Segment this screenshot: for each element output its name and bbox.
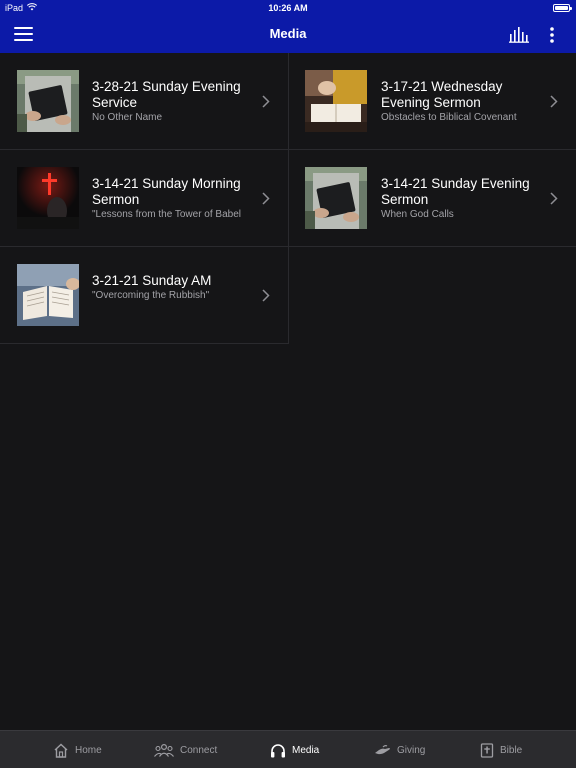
- bible-icon: [480, 742, 494, 758]
- tab-bible[interactable]: Bible: [480, 731, 522, 768]
- media-title: 3-21-21 Sunday AM: [92, 273, 212, 288]
- media-subtitle: No Other Name: [92, 112, 163, 123]
- nav-bar: Media: [0, 17, 576, 53]
- status-bar: iPad 10:26 AM: [0, 0, 576, 17]
- chevron-right-icon: [550, 192, 558, 205]
- media-item[interactable]: 3-21-21 Sunday AM "Overcoming the Rubbis…: [0, 247, 289, 344]
- chevron-right-icon: [262, 95, 270, 108]
- media-thumbnail-open-bible: [17, 264, 79, 326]
- media-item[interactable]: 3-14-21 Sunday Evening Sermon When God C…: [289, 150, 576, 247]
- tab-media[interactable]: Media: [270, 731, 319, 768]
- headphones-icon: [271, 743, 285, 757]
- tab-label: Bible: [500, 744, 523, 756]
- media-subtitle: Obstacles to Biblical Covenant: [381, 112, 517, 123]
- media-thumbnail-person-reading-bible: [305, 70, 367, 132]
- media-item[interactable]: 3-14-21 Sunday Morning Sermon "Lessons f…: [0, 150, 289, 247]
- chevron-right-icon: [262, 192, 270, 205]
- tab-label: Connect: [180, 744, 218, 756]
- chevron-right-icon: [550, 95, 558, 108]
- media-title: 3-28-21 Sunday Evening Service: [92, 79, 241, 110]
- clock: 10:26 AM: [268, 3, 308, 13]
- tab-home[interactable]: Home: [53, 731, 102, 768]
- tab-bar: Home Connect Media Giving Bible: [0, 730, 576, 768]
- media-title: 3-17-21 Wednesday Evening Sermon: [381, 79, 503, 110]
- equalizer-icon[interactable]: [509, 27, 529, 43]
- home-icon: [54, 743, 68, 758]
- media-thumbnail-man-with-bible: [305, 167, 367, 229]
- media-thumbnail-red-cross: [17, 167, 79, 229]
- media-subtitle: When God Calls: [381, 209, 454, 220]
- media-subtitle: "Lessons from the Tower of Babel: [92, 209, 241, 220]
- media-thumbnail-man-with-bible: [17, 70, 79, 132]
- page-title: Media: [269, 26, 307, 41]
- battery-icon: [553, 4, 572, 12]
- media-subtitle: "Overcoming the Rubbish": [92, 290, 210, 301]
- tab-label: Media: [292, 744, 320, 756]
- tab-label: Giving: [397, 744, 426, 756]
- tab-giving[interactable]: Giving: [374, 731, 425, 768]
- media-item[interactable]: 3-17-21 Wednesday Evening Sermon Obstacl…: [289, 53, 576, 150]
- chevron-right-icon: [262, 289, 270, 302]
- people-icon: [154, 743, 174, 757]
- more-options-icon[interactable]: [544, 26, 560, 44]
- media-item[interactable]: 3-28-21 Sunday Evening Service No Other …: [0, 53, 289, 150]
- tab-label: Home: [75, 744, 102, 756]
- media-list: 3-28-21 Sunday Evening Service No Other …: [0, 53, 576, 730]
- tab-connect[interactable]: Connect: [154, 731, 217, 768]
- media-title: 3-14-21 Sunday Morning Sermon: [92, 176, 241, 207]
- giving-hand-icon: [375, 745, 390, 755]
- media-title: 3-14-21 Sunday Evening Sermon: [381, 176, 530, 207]
